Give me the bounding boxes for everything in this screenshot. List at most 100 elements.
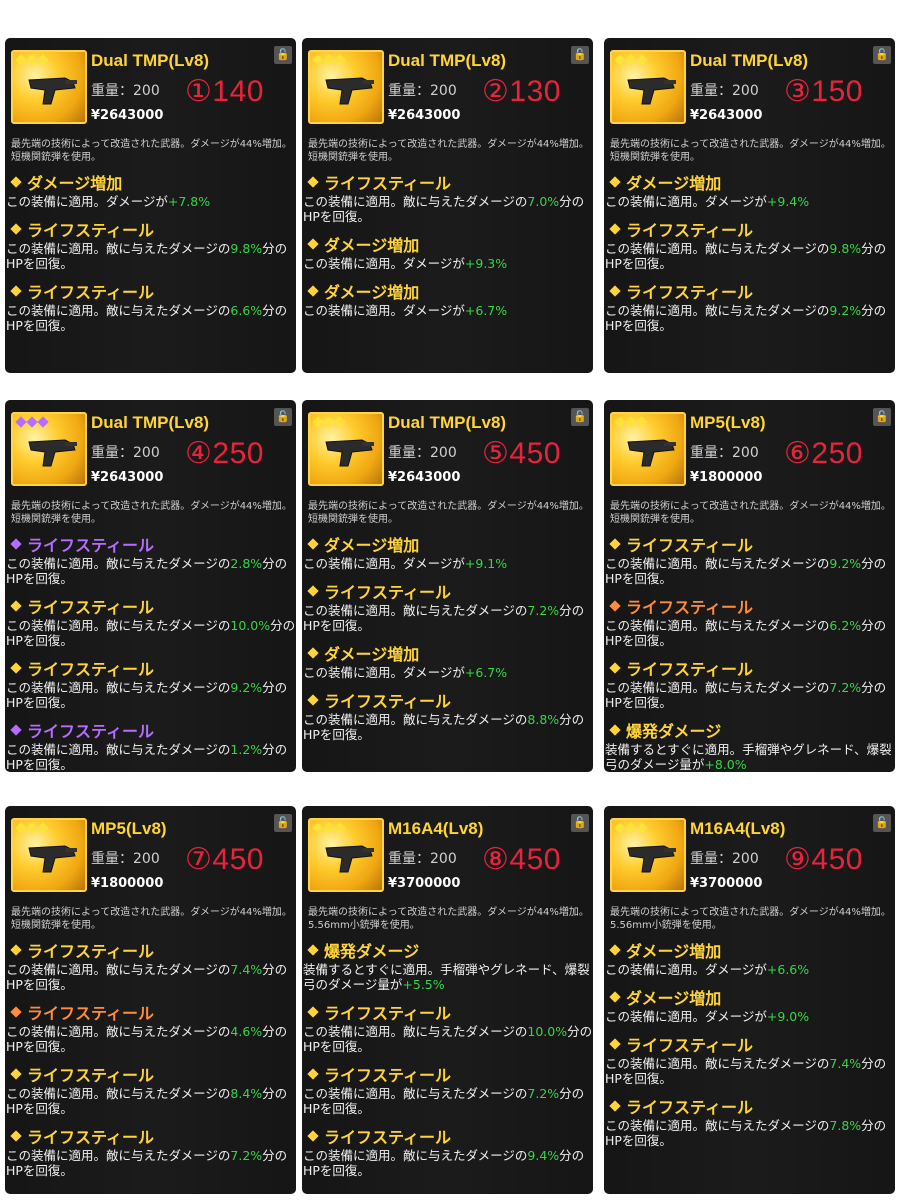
rarity-diamonds — [312, 822, 346, 834]
equipment-card-2[interactable]: Dual TMP(Lv8) 重量：200 ¥2643000 🔓 ②130 最先端… — [302, 38, 593, 373]
option-title: ダメージ増加 — [302, 279, 593, 303]
gun-icon — [28, 439, 77, 467]
lock-icon[interactable]: 🔓 — [571, 408, 589, 426]
option-item: ダメージ増加 この装備に適用。ダメージが+6.7% — [302, 279, 593, 318]
weapon-description: 最先端の技術によって改造された武器。ダメージが44%増加。短機関銃弾を使用。 — [11, 501, 292, 525]
score-annotation: ⑧450 — [482, 843, 561, 876]
option-item: ライフスティール この装備に適用。敵に与えたダメージの6.2%分のHPを回復。 — [604, 594, 895, 648]
option-item: ライフスティール この装備に適用。敵に与えたダメージの7.4%分のHPを回復。 — [5, 938, 296, 992]
rarity-diamond-icon — [307, 944, 319, 956]
option-value: 9.4% — [527, 1148, 560, 1163]
option-list: ダメージ増加 この装備に適用。ダメージが+7.8% ライフスティール この装備に適用。… — [5, 170, 296, 341]
option-title-text: ライフスティール — [324, 1130, 452, 1147]
option-title: ライフスティール — [604, 594, 895, 618]
score-annotation: ⑨450 — [784, 843, 863, 876]
option-item: ライフスティール この装備に適用。敵に与えたダメージの7.0%分のHPを回復。 — [302, 170, 593, 224]
gun-icon — [325, 439, 374, 467]
rarity-diamond-icon — [609, 724, 621, 736]
option-title-text: 爆発ダメージ — [626, 724, 722, 741]
lock-icon[interactable]: 🔓 — [274, 814, 292, 832]
option-item: ライフスティール この装備に適用。敵に与えたダメージの7.2%分のHPを回復。 — [5, 1124, 296, 1178]
score-annotation: ④250 — [185, 437, 264, 470]
lock-icon[interactable]: 🔓 — [274, 408, 292, 426]
weapon-name: MP5(Lv8) — [91, 819, 167, 838]
lock-icon[interactable]: 🔓 — [873, 46, 891, 64]
option-title: ライフスティール — [604, 1094, 895, 1118]
option-title-text: ライフスティール — [27, 223, 155, 240]
score-annotation: ⑥250 — [784, 437, 863, 470]
option-title-text: 爆発ダメージ — [324, 944, 420, 961]
option-title: ライフスティール — [604, 279, 895, 303]
option-list: ライフスティール この装備に適用。敵に与えたダメージの7.4%分のHPを回復。 ライ… — [5, 938, 296, 1186]
option-body-text: この装備に適用。敵に与えたダメージの — [6, 962, 231, 977]
weapon-thumbnail — [11, 50, 87, 124]
price-label: ¥2643000 — [91, 470, 164, 485]
option-body: この装備に適用。敵に与えたダメージの7.2%分のHPを回復。 — [5, 1148, 296, 1178]
option-title-text: ダメージ増加 — [626, 991, 722, 1008]
option-body-text: この装備に適用。ダメージが — [303, 256, 465, 271]
weight-label: 重量：200 — [690, 851, 759, 867]
option-title-text: ダメージ増加 — [324, 647, 420, 664]
equipment-card-4[interactable]: Dual TMP(Lv8) 重量：200 ¥2643000 🔓 ④250 最先端… — [5, 400, 296, 772]
option-item: ライフスティール この装備に適用。敵に与えたダメージの10.0%分のHPを回復。 — [5, 594, 296, 648]
option-body: この装備に適用。敵に与えたダメージの1.2%分のHPを回復。 — [5, 742, 296, 772]
option-title: ライフスティール — [302, 1000, 593, 1024]
equipment-card-5[interactable]: Dual TMP(Lv8) 重量：200 ¥2643000 🔓 ⑤450 最先端… — [302, 400, 593, 772]
rarity-diamond-icon — [10, 285, 22, 297]
option-body: この装備に適用。敵に与えたダメージの7.4%分のHPを回復。 — [604, 1056, 895, 1086]
rarity-diamonds — [614, 416, 648, 428]
weapon-thumbnail — [308, 818, 384, 892]
equipment-card-9[interactable]: M16A4(Lv8) 重量：200 ¥3700000 🔓 ⑨450 最先端の技術… — [604, 806, 895, 1194]
option-title-text: ライフスティール — [324, 585, 452, 602]
lock-icon[interactable]: 🔓 — [873, 814, 891, 832]
lock-icon[interactable]: 🔓 — [274, 46, 292, 64]
option-body: この装備に適用。敵に与えたダメージの2.8%分のHPを回復。 — [5, 556, 296, 586]
option-body-text: この装備に適用。敵に与えたダメージの — [303, 1024, 528, 1039]
score-annotation: ⑤450 — [482, 437, 561, 470]
option-item: ライフスティール この装備に適用。敵に与えたダメージの9.2%分のHPを回復。 — [5, 656, 296, 710]
equipment-card-7[interactable]: MP5(Lv8) 重量：200 ¥1800000 🔓 ⑦450 最先端の技術によ… — [5, 806, 296, 1194]
rarity-diamond-icon — [609, 991, 621, 1003]
option-item: ダメージ増加 この装備に適用。ダメージが+9.1% — [302, 532, 593, 571]
option-title: ライフスティール — [5, 1000, 296, 1024]
equipment-card-3[interactable]: Dual TMP(Lv8) 重量：200 ¥2643000 🔓 ③150 最先端… — [604, 38, 895, 373]
rarity-diamond-icon — [609, 1038, 621, 1050]
option-body: この装備に適用。敵に与えたダメージの8.8%分のHPを回復。 — [302, 712, 593, 742]
option-title-text: ライフスティール — [626, 285, 754, 302]
option-title-text: ライフスティール — [626, 600, 754, 617]
lock-icon[interactable]: 🔓 — [873, 408, 891, 426]
weight-label: 重量：200 — [388, 445, 457, 461]
rarity-diamond-icon — [10, 1006, 22, 1018]
option-title-text: ライフスティール — [324, 1006, 452, 1023]
equipment-comparison-grid: Dual TMP(Lv8) 重量：200 ¥2643000 🔓 ①140 最先端… — [0, 0, 900, 1200]
option-title: ライフスティール — [302, 1124, 593, 1148]
option-title-text: ライフスティール — [27, 944, 155, 961]
option-body: この装備に適用。敵に与えたダメージの10.0%分のHPを回復。 — [5, 618, 296, 648]
rarity-diamond-icon — [609, 662, 621, 674]
option-title-text: ライフスティール — [27, 1068, 155, 1085]
option-title: ダメージ増加 — [604, 985, 895, 1009]
option-body-text: この装備に適用。敵に与えたダメージの — [605, 303, 830, 318]
price-label: ¥1800000 — [690, 470, 763, 485]
rarity-diamond-icon — [10, 176, 22, 188]
lock-icon[interactable]: 🔓 — [571, 814, 589, 832]
equipment-card-1[interactable]: Dual TMP(Lv8) 重量：200 ¥2643000 🔓 ①140 最先端… — [5, 38, 296, 373]
rarity-diamond-icon — [609, 538, 621, 550]
option-value: 8.4% — [230, 1086, 263, 1101]
option-value: +9.1% — [464, 556, 508, 571]
option-body: 装備するとすぐに適用。手榴弾やグレネード、爆裂弓のダメージ量が+5.5% — [302, 962, 593, 992]
equipment-card-8[interactable]: M16A4(Lv8) 重量：200 ¥3700000 🔓 ⑧450 最先端の技術… — [302, 806, 593, 1194]
option-list: ダメージ増加 この装備に適用。ダメージが+6.6% ダメージ増加 この装備に適用。ダメ… — [604, 938, 895, 1156]
option-body-text: この装備に適用。敵に与えたダメージの — [6, 241, 231, 256]
rarity-diamonds — [312, 416, 346, 428]
lock-icon[interactable]: 🔓 — [571, 46, 589, 64]
option-title-text: ライフスティール — [324, 176, 452, 193]
rarity-diamonds — [614, 822, 648, 834]
score-annotation: ①140 — [185, 75, 264, 108]
option-title: ライフスティール — [302, 1062, 593, 1086]
equipment-card-6[interactable]: MP5(Lv8) 重量：200 ¥1800000 🔓 ⑥250 最先端の技術によ… — [604, 400, 895, 772]
weight-label: 重量：200 — [690, 83, 759, 99]
option-value: 9.2% — [230, 680, 263, 695]
option-body: この装備に適用。敵に与えたダメージの7.4%分のHPを回復。 — [5, 962, 296, 992]
score-annotation: ②130 — [482, 75, 561, 108]
